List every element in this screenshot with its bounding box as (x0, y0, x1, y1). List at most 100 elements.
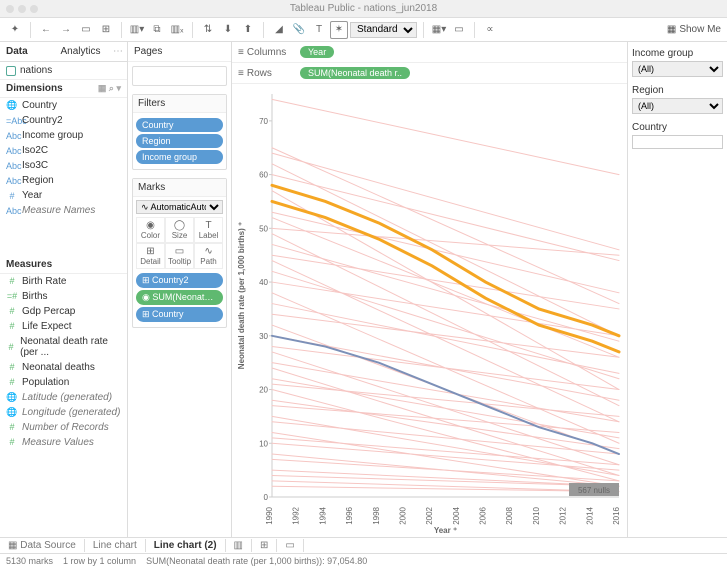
sort-asc-icon[interactable]: ⬇ (219, 21, 237, 39)
filter-card-region: Region (All) (632, 83, 723, 114)
show-me-button[interactable]: ▦ Show Me (667, 24, 721, 35)
dimension-field[interactable]: #Year (0, 188, 127, 203)
svg-text:50: 50 (259, 224, 268, 233)
mark-pill[interactable]: ⊞ Country2 (136, 273, 223, 288)
svg-text:567 nulls: 567 nulls (578, 486, 610, 495)
dimension-field[interactable]: AbcIso3C (0, 158, 127, 173)
measure-field[interactable]: 🌐Longitude (generated) (0, 405, 127, 420)
view-icon[interactable]: ▦ (98, 83, 107, 93)
save-icon[interactable]: ▭ (77, 21, 95, 39)
svg-text:20: 20 (259, 386, 268, 395)
tab-line-chart[interactable]: Line chart (85, 539, 146, 552)
measure-field[interactable]: #Number of Records (0, 420, 127, 435)
share-icon[interactable]: ∝ (481, 21, 499, 39)
income-group-select[interactable]: (All) (632, 61, 723, 77)
mark-size-button[interactable]: ◯Size (165, 217, 194, 243)
swap-icon[interactable]: ⇅ (199, 21, 217, 39)
data-source-item[interactable]: nations (0, 62, 127, 80)
svg-text:2006: 2006 (479, 506, 488, 524)
region-label: Region (632, 83, 723, 98)
mark-detail-button[interactable]: ⊞Detail (136, 243, 165, 269)
measure-field[interactable]: =#Births (0, 289, 127, 304)
marks-header: Marks (133, 179, 226, 197)
country-input[interactable] (632, 135, 723, 149)
text-icon[interactable]: T (310, 21, 328, 39)
dimension-field[interactable]: AbcMeasure Names (0, 203, 127, 218)
region-select[interactable]: (All) (632, 98, 723, 114)
new-datasource-icon[interactable]: ⊞ (97, 21, 115, 39)
measures-header: Measures (0, 256, 127, 274)
chart-area[interactable]: 0102030405060701990199219941996199820002… (232, 84, 627, 537)
new-story-icon[interactable]: ▭ (277, 539, 303, 552)
tab-data-source[interactable]: ▦ Data Source (0, 539, 85, 552)
svg-text:10: 10 (259, 439, 268, 448)
tab-line-chart-2[interactable]: Line chart (2) (146, 539, 226, 552)
mark-tooltip-button[interactable]: ▭Tooltip (165, 243, 194, 269)
measure-field[interactable]: #Life Expect (0, 319, 127, 334)
dimension-field[interactable]: AbcIncome group (0, 128, 127, 143)
show-cards-icon[interactable]: ▦▾ (430, 21, 448, 39)
pane-menu-icon[interactable]: ⋯ (109, 42, 127, 61)
presentation-icon[interactable]: ▭ (450, 21, 468, 39)
search-icon[interactable]: ⌕ (109, 83, 114, 93)
filter-pill[interactable]: Region (136, 134, 223, 148)
svg-text:2016: 2016 (612, 506, 621, 524)
dimensions-header: Dimensions ▦ ⌕ ▾ (0, 80, 127, 98)
dimension-field[interactable]: AbcIso2C (0, 143, 127, 158)
rows-shelf-label: ≡Rows (232, 68, 296, 79)
fit-select[interactable]: Standard (350, 22, 417, 38)
tab-analytics[interactable]: Analytics (55, 42, 110, 61)
highlight-icon[interactable]: ◢ (270, 21, 288, 39)
cards-pane: Pages Filters CountryRegionIncome group … (128, 42, 232, 537)
status-bar: 5130 marks 1 row by 1 column SUM(Neonata… (0, 553, 727, 567)
dimension-field[interactable]: AbcRegion (0, 173, 127, 188)
tableau-logo-icon[interactable]: ✦ (6, 21, 24, 39)
max-dot[interactable] (30, 5, 38, 13)
sort-desc-icon[interactable]: ⬆ (239, 21, 257, 39)
svg-text:Neonatal death rate (per 1,000: Neonatal death rate (per 1,000 births) ⁺ (237, 222, 246, 369)
svg-text:2010: 2010 (532, 506, 541, 524)
measure-field[interactable]: #Birth Rate (0, 274, 127, 289)
svg-text:2014: 2014 (585, 506, 594, 524)
new-worksheet-icon[interactable]: ▥ (226, 539, 252, 552)
pages-card[interactable] (132, 66, 227, 86)
measure-field[interactable]: #Population (0, 375, 127, 390)
measure-field[interactable]: #Measure Values (0, 435, 127, 450)
new-dashboard-icon[interactable]: ⊞ (252, 539, 277, 552)
mark-path-button[interactable]: ∿Path (194, 243, 223, 269)
status-rowcol: 1 row by 1 column (63, 556, 136, 566)
mark-label-button[interactable]: TLabel (194, 217, 223, 243)
mark-pill[interactable]: ◉ SUM(Neonatal ... (136, 290, 223, 305)
mark-type-select[interactable]: ∿ AutomaticAutomatic (136, 200, 223, 214)
group-icon[interactable]: 📎 (290, 21, 308, 39)
filter-pill[interactable]: Income group (136, 150, 223, 164)
window-controls[interactable] (6, 5, 38, 13)
svg-text:0: 0 (264, 493, 269, 502)
dimension-field[interactable]: 🌐Country (0, 98, 127, 113)
new-sheet-icon[interactable]: ▥▾ (128, 21, 146, 39)
dimension-field[interactable]: =AbcCountry2 (0, 113, 127, 128)
filter-pill[interactable]: Country (136, 118, 223, 132)
redo-icon[interactable]: → (57, 21, 75, 39)
measure-field[interactable]: #Neonatal deaths (0, 360, 127, 375)
measure-field[interactable]: #Neonatal death rate (per ... (0, 334, 127, 360)
show-mark-labels-icon[interactable]: ✶ (330, 21, 348, 39)
mark-color-button[interactable]: ◉Color (136, 217, 165, 243)
rows-pill[interactable]: SUM(Neonatal death r.. (300, 67, 410, 79)
toolbar: ✦ ← → ▭ ⊞ ▥▾ ⧉ ▥ₓ ⇅ ⬇ ⬆ ◢ 📎 T ✶ Standard… (0, 18, 727, 42)
close-dot[interactable] (6, 5, 14, 13)
clear-sheet-icon[interactable]: ▥ₓ (168, 21, 186, 39)
measure-field[interactable]: #Gdp Percap (0, 304, 127, 319)
status-marks: 5130 marks (6, 556, 53, 566)
mark-pill[interactable]: ⊞ Country (136, 307, 223, 322)
svg-text:Year ⁺: Year ⁺ (434, 526, 457, 535)
duplicate-icon[interactable]: ⧉ (148, 21, 166, 39)
tab-data[interactable]: Data (0, 42, 55, 61)
shelves: ≡Columns Year ≡Rows SUM(Neonatal death r… (232, 42, 627, 84)
country-label: Country (632, 120, 723, 135)
min-dot[interactable] (18, 5, 26, 13)
columns-pill[interactable]: Year (300, 46, 334, 58)
measure-field[interactable]: 🌐Latitude (generated) (0, 390, 127, 405)
undo-icon[interactable]: ← (37, 21, 55, 39)
svg-text:1998: 1998 (372, 506, 381, 524)
